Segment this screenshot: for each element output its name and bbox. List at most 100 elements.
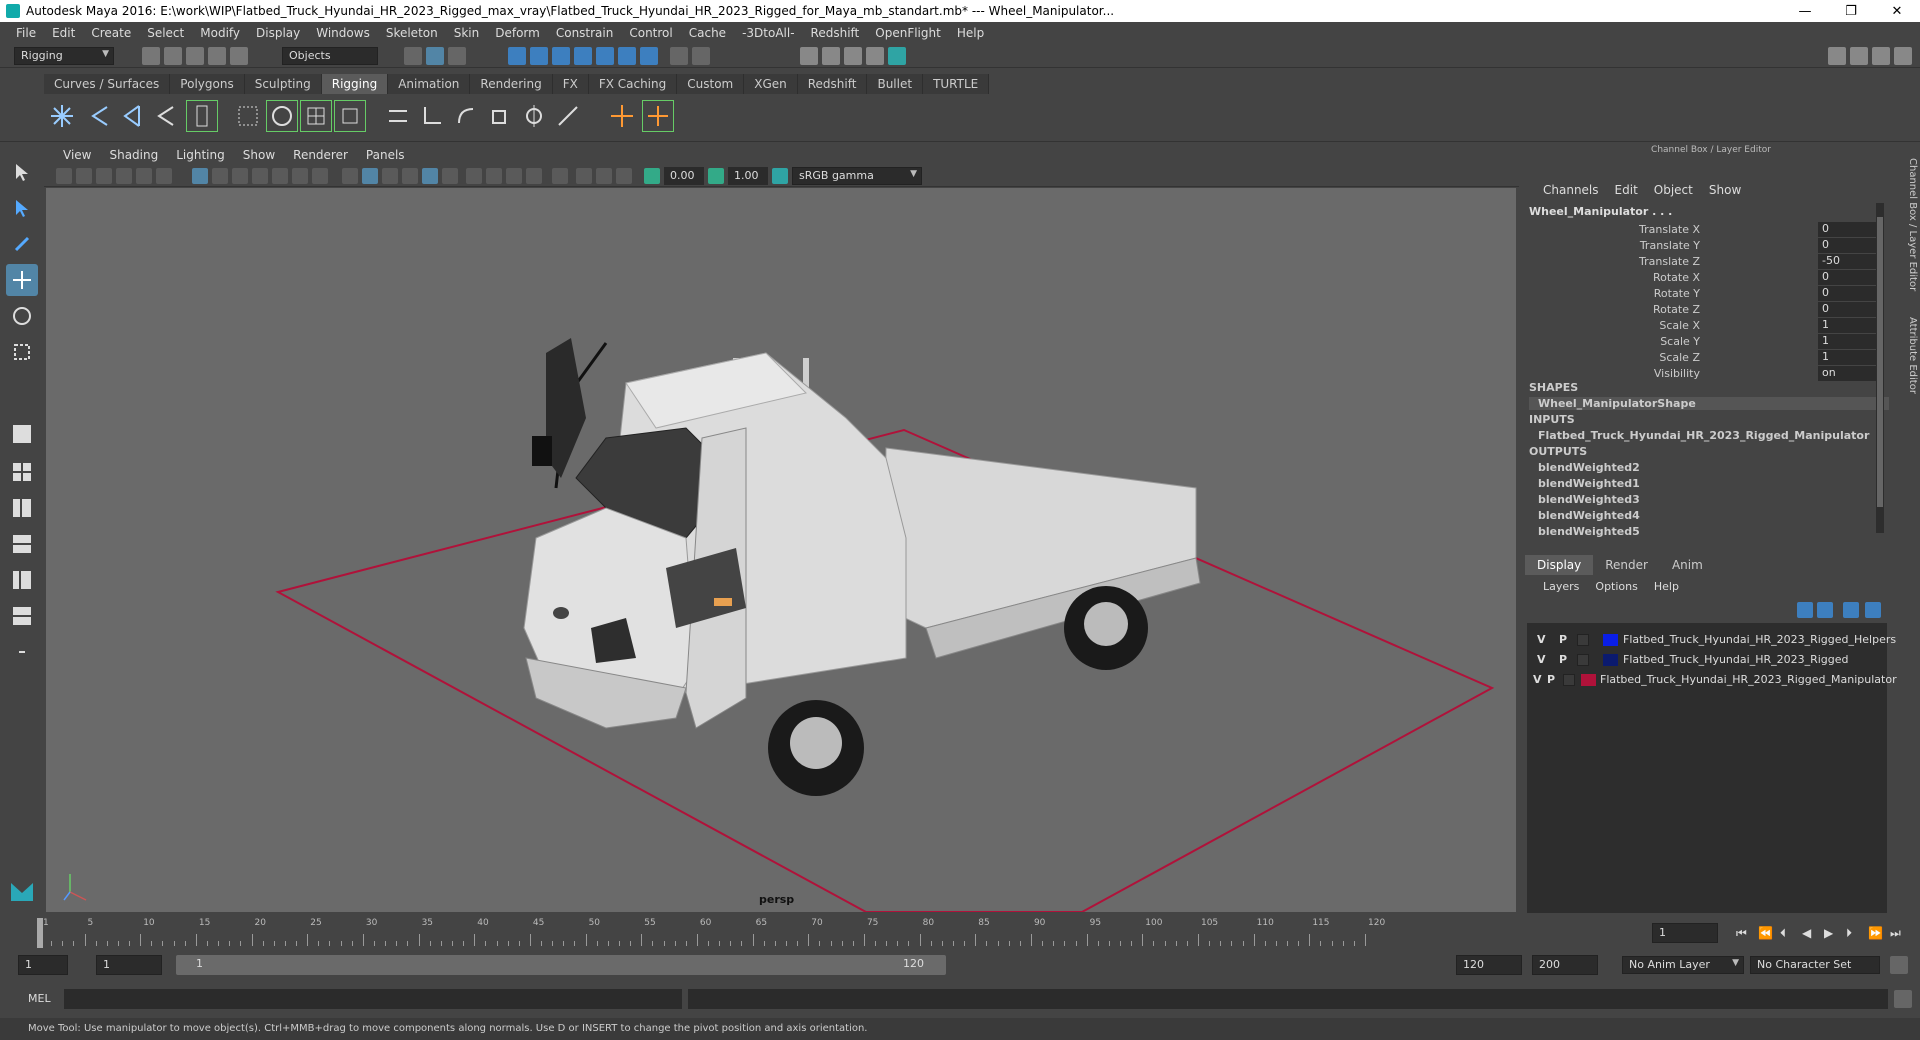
attr-scale-x[interactable]: Scale X 1 <box>1525 318 1885 334</box>
safe-action-icon[interactable] <box>292 168 308 184</box>
output-node[interactable]: blendWeighted2 <box>1538 461 1640 474</box>
camera-attributes-icon[interactable] <box>76 168 92 184</box>
joint-tool-icon[interactable] <box>46 100 78 132</box>
menu-deform[interactable]: Deform <box>487 26 548 40</box>
snap-projected-icon[interactable] <box>574 47 592 65</box>
open-scene-icon[interactable] <box>164 47 182 65</box>
attr-translate-z[interactable]: Translate Z -50 <box>1525 254 1885 270</box>
shelf-tab-rendering[interactable]: Rendering <box>470 74 553 94</box>
point-constraint-icon[interactable] <box>416 100 448 132</box>
ik-spline-icon[interactable] <box>116 100 148 132</box>
layer-row[interactable]: V P Flatbed_Truck_Hyundai_HR_2023_Rigged… <box>1527 671 1897 689</box>
menu-3dtoall[interactable]: -3DtoAll- <box>734 26 802 40</box>
menu-select[interactable]: Select <box>139 26 192 40</box>
attr-visibility[interactable]: Visibility on <box>1525 366 1885 382</box>
layer-visibility-toggle[interactable]: V <box>1537 653 1546 666</box>
shelf-tab-curves-surfaces[interactable]: Curves / Surfaces <box>44 74 171 94</box>
layer-row[interactable]: V P Flatbed_Truck_Hyundai_HR_2023_Rigged… <box>1527 631 1896 649</box>
menu-display[interactable]: Display <box>248 26 308 40</box>
layer-visibility-toggle[interactable]: V <box>1533 673 1542 686</box>
layer-type-toggle[interactable] <box>1577 634 1589 646</box>
menu-edit[interactable]: Edit <box>44 26 83 40</box>
hypershade-layout-icon[interactable] <box>6 564 38 596</box>
ambient-occlusion-icon[interactable] <box>466 168 482 184</box>
attr-value[interactable]: 0 <box>1818 238 1876 253</box>
select-component-icon[interactable] <box>448 47 466 65</box>
attr-translate-y[interactable]: Translate Y 0 <box>1525 238 1885 254</box>
output-node[interactable]: blendWeighted1 <box>1538 477 1640 490</box>
output-node[interactable]: blendWeighted3 <box>1538 493 1640 506</box>
layer-type-toggle[interactable] <box>1563 674 1575 686</box>
select-hierarchy-icon[interactable] <box>404 47 422 65</box>
output-node[interactable]: blendWeighted4 <box>1538 509 1640 522</box>
grid-icon[interactable] <box>192 168 208 184</box>
wireframe-on-shaded-icon[interactable] <box>382 168 398 184</box>
anim-layer-dropdown[interactable]: No Anim Layer ▼ <box>1622 956 1744 974</box>
hypershade-icon[interactable] <box>888 47 906 65</box>
select-camera-icon[interactable] <box>56 168 72 184</box>
history-icon[interactable] <box>640 47 658 65</box>
more-layouts-icon[interactable] <box>6 636 38 668</box>
set-driven-key-icon[interactable] <box>642 100 674 132</box>
perspective-viewport[interactable]: persp <box>46 188 1516 912</box>
play-backwards-icon[interactable]: ◀ <box>1802 926 1811 940</box>
attr-value[interactable]: 0 <box>1818 222 1876 237</box>
attr-rotate-x[interactable]: Rotate X 0 <box>1525 270 1885 286</box>
move-layer-up-icon[interactable] <box>1797 602 1813 618</box>
redo-icon[interactable] <box>230 47 248 65</box>
playback-end-field[interactable]: 120 <box>1456 955 1522 975</box>
script-editor-icon[interactable] <box>1894 990 1912 1008</box>
vp-menu-show[interactable]: Show <box>234 148 284 162</box>
command-input[interactable] <box>64 989 682 1009</box>
shelf-tab-turtle[interactable]: TURTLE <box>923 74 990 94</box>
shape-node[interactable]: Wheel_ManipulatorShape <box>1529 397 1889 410</box>
current-time-indicator[interactable] <box>37 918 43 948</box>
layer-playback-toggle[interactable]: P <box>1547 673 1555 686</box>
attr-scale-y[interactable]: Scale Y 1 <box>1525 334 1885 350</box>
2d-pan-zoom-icon[interactable] <box>136 168 152 184</box>
step-forward-key-icon[interactable]: ⏵ <box>1846 926 1852 941</box>
single-perspective-layout-icon[interactable] <box>6 418 38 450</box>
undo-icon[interactable] <box>208 47 226 65</box>
close-button[interactable]: ✕ <box>1874 0 1920 22</box>
ipr-render-icon[interactable] <box>844 47 862 65</box>
shelf-tab-custom[interactable]: Custom <box>677 74 745 94</box>
side-tab-channel-box[interactable]: Channel Box / Layer Editor <box>1902 155 1918 295</box>
four-view-layout-icon[interactable] <box>6 456 38 488</box>
layer-tab-anim[interactable]: Anim <box>1659 555 1715 575</box>
select-object-icon[interactable] <box>426 47 444 65</box>
xray-icon[interactable] <box>576 168 592 184</box>
vp-menu-shading[interactable]: Shading <box>100 148 167 162</box>
menuset-dropdown[interactable]: Rigging ▼ <box>14 47 114 65</box>
wireframe-icon[interactable] <box>342 168 358 184</box>
smooth-bind-icon[interactable] <box>266 100 298 132</box>
cb-menu-edit[interactable]: Edit <box>1607 183 1646 197</box>
film-gate-icon[interactable] <box>212 168 228 184</box>
select-mode-dropdown[interactable]: Objects <box>282 47 378 65</box>
rotate-tool-icon[interactable] <box>6 300 38 332</box>
render-view-icon[interactable] <box>800 47 818 65</box>
menu-redshift[interactable]: Redshift <box>803 26 868 40</box>
save-scene-icon[interactable] <box>186 47 204 65</box>
toggle-attribute-editor-icon[interactable] <box>1872 47 1890 65</box>
field-chart-icon[interactable] <box>272 168 288 184</box>
snap-grid-icon[interactable] <box>508 47 526 65</box>
cb-menu-channels[interactable]: Channels <box>1535 183 1607 197</box>
gamma-icon[interactable] <box>708 168 724 184</box>
toggle-tool-settings-icon[interactable] <box>1894 47 1912 65</box>
layer-menu-layers[interactable]: Layers <box>1535 580 1587 593</box>
resolution-gate-icon[interactable] <box>232 168 248 184</box>
time-slider[interactable]: 1 5 10 15 20 25 30 35 40 45 50 55 60 65 70 75 80 85 90 95 10… <box>20 918 1630 948</box>
attr-translate-x[interactable]: Translate X 0 <box>1525 222 1885 238</box>
workspace-icon[interactable] <box>1828 47 1846 65</box>
attr-value[interactable]: 1 <box>1818 350 1876 365</box>
attr-value[interactable]: 0 <box>1818 270 1876 285</box>
vp-menu-view[interactable]: View <box>54 148 100 162</box>
step-back-frame-icon[interactable]: ⏪ <box>1758 926 1773 940</box>
input-node[interactable]: Flatbed_Truck_Hyundai_HR_2023_Rigged_Man… <box>1538 429 1869 442</box>
vp-menu-renderer[interactable]: Renderer <box>284 148 357 162</box>
layer-playback-toggle[interactable]: P <box>1559 653 1567 666</box>
layer-row[interactable]: V P Flatbed_Truck_Hyundai_HR_2023_Rigged <box>1527 651 1887 669</box>
layer-type-toggle[interactable] <box>1577 654 1589 666</box>
safe-title-icon[interactable] <box>312 168 328 184</box>
